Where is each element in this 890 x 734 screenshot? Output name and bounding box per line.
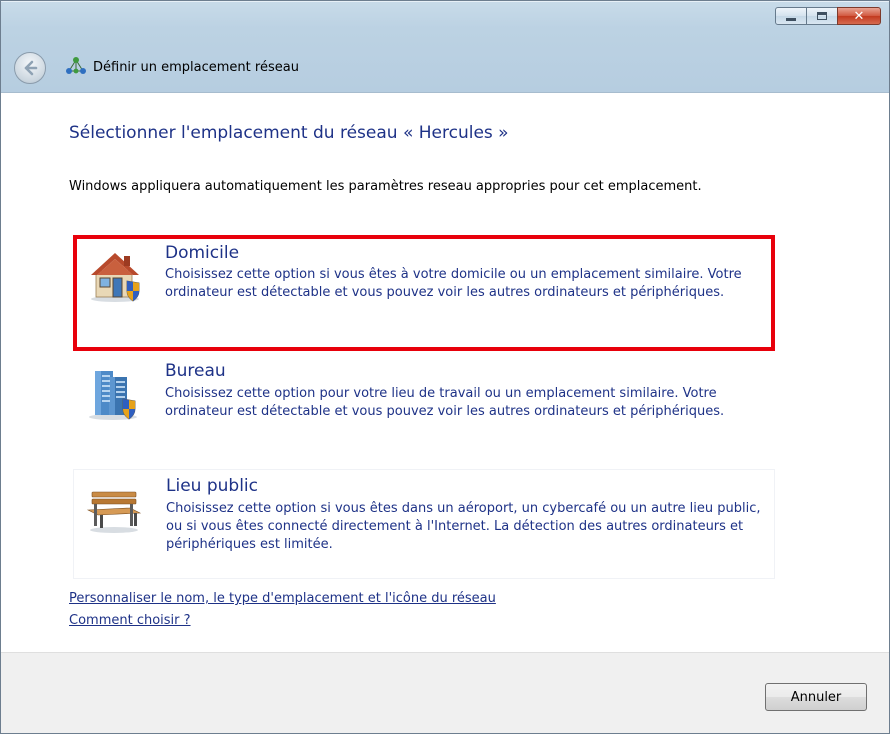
network-icon [66,57,86,74]
wizard-content: Sélectionner l'emplacement du réseau « H… [1,93,889,653]
option-public[interactable]: Lieu public Choisissez cette option si v… [73,469,775,579]
option-work[interactable]: Bureau Choisissez cette option pour votr… [73,355,775,465]
title-bar[interactable]: ✕ Définir un emplacement réseau [1,1,889,93]
cancel-button[interactable]: Annuler [765,683,867,711]
back-button[interactable] [14,52,46,84]
option-public-title: Lieu public [166,476,258,496]
minimize-icon [786,17,796,21]
how-to-choose-link[interactable]: Comment choisir ? [69,613,191,628]
wizard-title: Définir un emplacement réseau [93,60,299,75]
title-bar-highlight [1,1,889,2]
wizard-window: ✕ Définir un emplacement réseau Sélectio… [0,0,890,734]
option-work-description: Choisissez cette option pour votre lieu … [165,386,725,419]
intro-text: Windows appliquera automatiquement les p… [69,179,702,194]
office-building-icon [89,371,137,420]
back-arrow-icon [24,60,38,76]
option-home[interactable]: Domicile Choisissez cette option si vous… [73,235,775,351]
option-public-description: Choisissez cette option si vous êtes dan… [166,501,761,552]
bench-icon [86,491,142,533]
maximize-icon [817,12,827,20]
window-controls: ✕ [775,7,881,25]
page-heading: Sélectionner l'emplacement du réseau « H… [69,123,509,143]
option-home-title: Domicile [165,243,240,263]
customize-network-link[interactable]: Personnaliser le nom, le type d'emplacem… [69,591,496,606]
wizard-footer: Annuler [1,652,889,733]
maximize-button[interactable] [806,7,838,25]
close-icon: ✕ [853,8,865,24]
close-button[interactable]: ✕ [837,7,881,25]
house-icon [91,253,140,302]
option-home-description: Choisissez cette option si vous êtes à v… [165,267,742,300]
option-work-title: Bureau [165,361,226,381]
minimize-button[interactable] [775,7,807,25]
